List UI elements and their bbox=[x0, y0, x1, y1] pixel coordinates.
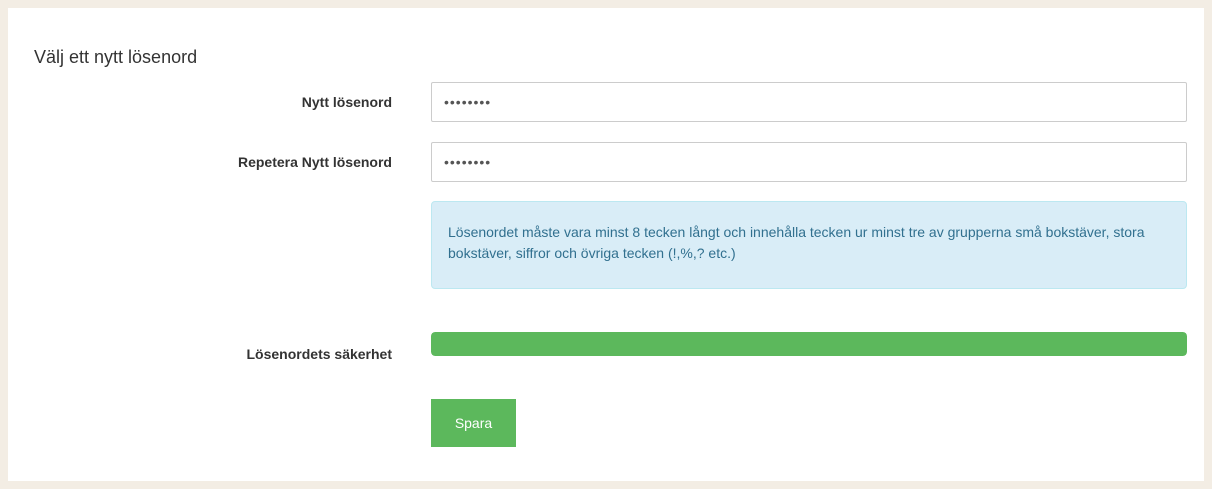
password-strength-bar bbox=[431, 332, 1187, 356]
new-password-row: Nytt lösenord bbox=[8, 82, 1204, 122]
password-strength-row: Lösenordets säkerhet bbox=[8, 332, 1204, 362]
password-strength-label: Lösenordets säkerhet bbox=[246, 346, 393, 362]
repeat-password-input[interactable] bbox=[431, 142, 1187, 182]
password-strength-meter bbox=[431, 332, 1187, 356]
change-password-panel: Välj ett nytt lösenord Nytt lösenord Rep… bbox=[8, 8, 1204, 481]
page-title: Välj ett nytt lösenord bbox=[34, 47, 198, 67]
repeat-password-row: Repetera Nytt lösenord bbox=[8, 142, 1204, 182]
new-password-input[interactable] bbox=[431, 82, 1187, 122]
new-password-label: Nytt lösenord bbox=[301, 94, 392, 110]
password-requirements-info: Lösenordet måste vara minst 8 tecken lån… bbox=[431, 201, 1187, 289]
save-button[interactable]: Spara bbox=[431, 399, 516, 447]
repeat-password-label: Repetera Nytt lösenord bbox=[237, 154, 392, 170]
